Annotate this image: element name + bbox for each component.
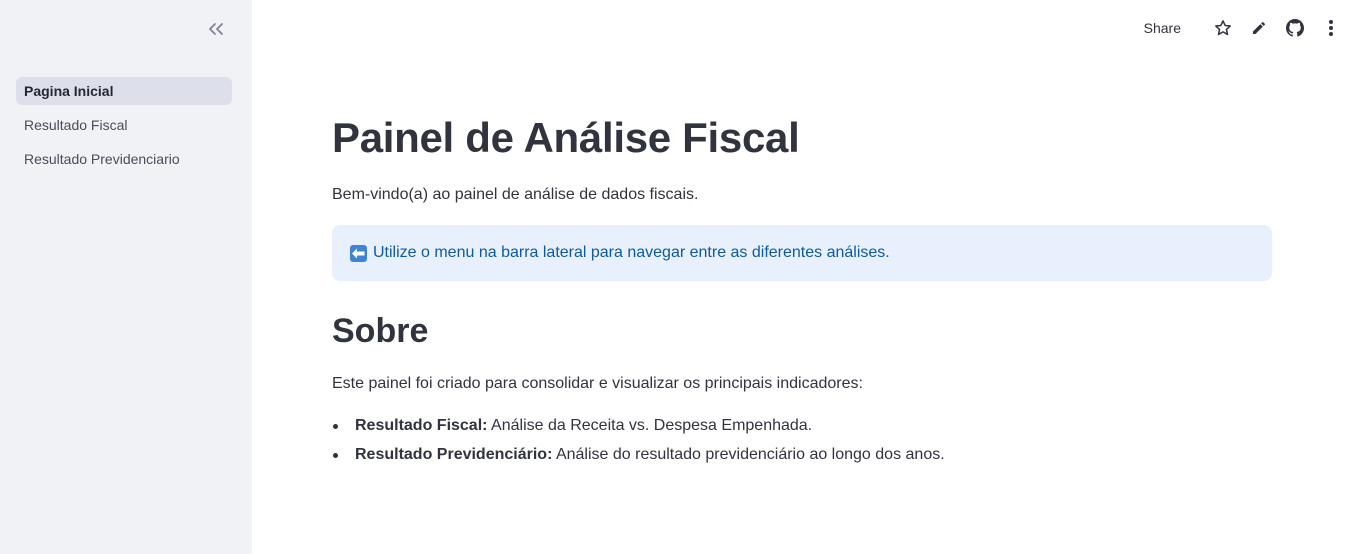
more-vertical-icon <box>1329 20 1333 36</box>
sidebar-item-label: Resultado Previdenciario <box>24 151 180 167</box>
bullet-dot-icon <box>333 453 338 458</box>
left-arrow-emoji-icon <box>350 244 367 262</box>
list-item: Resultado Previdenciário: Análise do res… <box>332 443 945 472</box>
sidebar: Pagina Inicial Resultado Fiscal Resultad… <box>0 0 252 554</box>
info-alert: Utilize o menu na barra lateral para nav… <box>332 225 1272 281</box>
github-icon <box>1286 19 1304 37</box>
star-button[interactable] <box>1213 18 1233 38</box>
indicator-list: Resultado Fiscal: Análise da Receita vs.… <box>332 414 945 472</box>
list-item-label: Resultado Previdenciário: <box>355 446 553 463</box>
top-toolbar: Share <box>1144 16 1341 40</box>
main-menu-button[interactable] <box>1321 18 1341 38</box>
section-description: Este painel foi criado para consolidar e… <box>332 375 863 392</box>
sidebar-item-resultado-previdenciario[interactable]: Resultado Previdenciario <box>16 145 232 173</box>
double-chevron-left-icon <box>209 23 223 35</box>
list-item: Resultado Fiscal: Análise da Receita vs.… <box>332 414 945 443</box>
sidebar-item-label: Pagina Inicial <box>24 83 114 99</box>
info-alert-text: Utilize o menu na barra lateral para nav… <box>373 244 890 261</box>
github-button[interactable] <box>1285 18 1305 38</box>
list-item-text: Análise do resultado previdenciário ao l… <box>552 446 945 463</box>
intro-text: Bem-vindo(a) ao painel de análise de dad… <box>332 186 699 203</box>
share-button[interactable]: Share <box>1144 20 1181 36</box>
star-icon <box>1215 20 1231 36</box>
sidebar-item-pagina-inicial[interactable]: Pagina Inicial <box>16 77 232 105</box>
list-item-label: Resultado Fiscal: <box>355 417 488 434</box>
section-title: Sobre <box>332 312 429 350</box>
sidebar-nav: Pagina Inicial Resultado Fiscal Resultad… <box>16 77 232 179</box>
sidebar-item-resultado-fiscal[interactable]: Resultado Fiscal <box>16 111 232 139</box>
app-window: Pagina Inicial Resultado Fiscal Resultad… <box>0 0 1361 554</box>
edit-button[interactable] <box>1249 18 1269 38</box>
pencil-icon <box>1253 21 1266 34</box>
list-item-text: Análise da Receita vs. Despesa Empenhada… <box>487 417 813 434</box>
bullet-dot-icon <box>333 424 338 429</box>
collapse-sidebar-button[interactable] <box>204 17 228 41</box>
sidebar-item-label: Resultado Fiscal <box>24 117 128 133</box>
page-title: Painel de Análise Fiscal <box>332 114 800 161</box>
